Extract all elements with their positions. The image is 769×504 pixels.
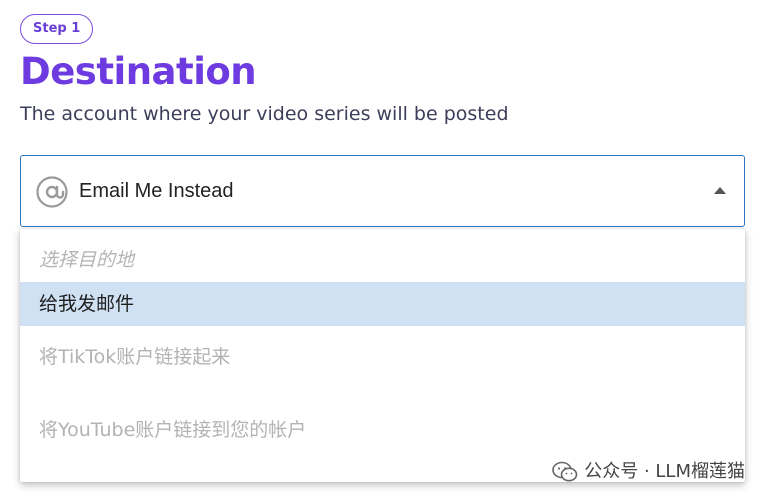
page-title: Destination <box>20 50 257 93</box>
page-subtitle: The account where your video series will… <box>20 103 509 125</box>
option-link-youtube[interactable]: 将YouTube账户链接到您的帐户 <box>20 408 745 452</box>
option-link-tiktok[interactable]: 将TikTok账户链接起来 <box>20 335 745 379</box>
destination-dropdown-menu: 选择目的地 给我发邮件 将TikTok账户链接起来 将YouTube账户链接到您… <box>20 229 745 482</box>
caret-up-icon[interactable] <box>714 187 726 194</box>
wechat-icon <box>552 461 578 482</box>
step-badge: Step 1 <box>20 14 94 44</box>
watermark-text: 公众号 · LLM榴莲猫 <box>584 461 745 482</box>
dropdown-placeholder: 选择目的地 <box>39 249 135 271</box>
destination-select[interactable]: Email Me Instead <box>20 155 745 227</box>
watermark: 公众号 · LLM榴莲猫 <box>552 460 745 484</box>
option-email-me[interactable]: 给我发邮件 <box>20 282 745 326</box>
page: Step 1 Destination The account where you… <box>0 0 769 504</box>
select-current-value: Email Me Instead <box>79 180 234 202</box>
at-sign-icon <box>36 176 68 208</box>
